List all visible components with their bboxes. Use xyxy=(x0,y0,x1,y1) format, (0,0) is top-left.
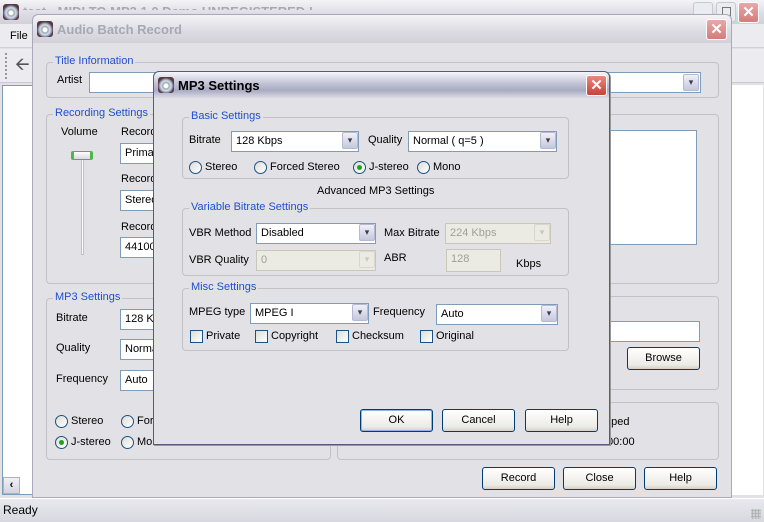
mpeg-type-label: MPEG type xyxy=(189,306,246,318)
misc-frequency-dropdown-icon[interactable]: ▾ xyxy=(541,305,557,322)
misc-settings-group: Misc Settings MPEG type MPEG I ▾ Frequen… xyxy=(182,281,569,351)
mp3-settings-dialog: MP3 Settings ✕ Basic Settings Bitrate 12… xyxy=(153,71,610,445)
vbr-quality-dropdown-icon[interactable]: ▾ xyxy=(359,251,375,268)
bitrate-dropdown-icon[interactable]: ▾ xyxy=(342,132,358,149)
radio-mono-label: Mono xyxy=(433,161,461,173)
advanced-settings-label: Advanced MP3 Settings xyxy=(317,185,435,197)
mp3-title: MP3 Settings xyxy=(178,78,260,93)
file-list-box[interactable] xyxy=(598,130,697,245)
record-rate-label: Record xyxy=(121,221,157,233)
basic-settings-label: Basic Settings xyxy=(189,110,263,122)
status-text: Ready xyxy=(3,503,38,517)
radio-jstereo-label: J-stereo xyxy=(369,161,409,173)
artist-dropdown-icon[interactable]: ▾ xyxy=(683,74,699,91)
misc-frequency-select[interactable]: Auto xyxy=(436,304,558,325)
batch-frequency-label: Frequency xyxy=(56,373,108,385)
artist-label: Artist xyxy=(57,74,83,86)
ok-button[interactable]: OK xyxy=(360,409,433,432)
batch-quality-label: Quality xyxy=(56,342,91,354)
vbr-method-label: VBR Method xyxy=(189,227,252,239)
vbr-quality-label: VBR Quality xyxy=(189,254,249,266)
record-device-label: Record xyxy=(121,126,157,138)
abr-label: ABR xyxy=(384,252,407,264)
mpeg-type-dropdown-icon[interactable]: ▾ xyxy=(352,304,368,321)
radio-forced-stereo-label: Forced Stereo xyxy=(270,161,340,173)
vbr-settings-group: Variable Bitrate Settings VBR Method Dis… xyxy=(182,201,569,276)
abr-field[interactable]: 128 xyxy=(446,249,501,272)
app-icon xyxy=(3,4,19,20)
batch-radio-forced[interactable] xyxy=(121,415,134,428)
misc-settings-label: Misc Settings xyxy=(189,281,259,293)
max-bitrate-dropdown-icon[interactable]: ▾ xyxy=(534,224,550,241)
radio-stereo[interactable] xyxy=(189,161,202,174)
mp3-help-button[interactable]: Help xyxy=(525,409,598,432)
batch-close-button[interactable]: ✕ xyxy=(706,19,727,40)
quality-select[interactable]: Normal ( q=5 ) xyxy=(408,131,557,152)
resize-grip[interactable] xyxy=(751,509,761,519)
checkbox-original[interactable] xyxy=(420,330,433,343)
bitrate-select[interactable]: 128 Kbps xyxy=(231,131,359,152)
radio-forced-stereo[interactable] xyxy=(254,161,267,174)
checkbox-private-label: Private xyxy=(206,330,241,342)
batch-title: Audio Batch Record xyxy=(57,22,182,37)
batch-radio-jstereo[interactable] xyxy=(55,436,68,449)
toolbar-grip xyxy=(5,53,7,79)
right-pane xyxy=(730,85,763,495)
batch-radio-stereo[interactable] xyxy=(55,415,68,428)
checkbox-checksum-label: Checksum xyxy=(352,330,404,342)
batch-bitrate-label: Bitrate xyxy=(56,312,88,324)
record-button[interactable]: Record xyxy=(482,467,555,490)
radio-jstereo[interactable] xyxy=(353,161,366,174)
batch-app-icon xyxy=(37,21,53,37)
record-channels-label: Record xyxy=(121,173,157,185)
max-bitrate-label: Max Bitrate xyxy=(384,227,440,239)
batch-radio-mono-label: Mo xyxy=(137,436,153,448)
mp3-close-button[interactable]: ✕ xyxy=(586,75,607,96)
vbr-method-select[interactable]: Disabled xyxy=(256,223,376,244)
quality-dropdown-icon[interactable]: ▾ xyxy=(540,132,556,149)
abr-unit-label: Kbps xyxy=(516,258,542,270)
vbr-settings-label: Variable Bitrate Settings xyxy=(189,201,311,213)
main-close-button[interactable]: ✕ xyxy=(738,2,759,23)
checkbox-original-label: Original xyxy=(436,330,474,342)
basic-settings-group: Basic Settings Bitrate 128 Kbps ▾ Qualit… xyxy=(182,110,569,179)
bitrate-label: Bitrate xyxy=(189,134,221,146)
scroll-left-button[interactable]: ‹ xyxy=(3,477,20,494)
vbr-quality-select[interactable]: 0 xyxy=(256,250,376,271)
cancel-button[interactable]: Cancel xyxy=(442,409,515,432)
vbr-method-dropdown-icon[interactable]: ▾ xyxy=(359,224,375,241)
batch-radio-mono[interactable] xyxy=(121,436,134,449)
batch-mp3-settings-label: MP3 Settings xyxy=(53,291,123,303)
radio-mono[interactable] xyxy=(417,161,430,174)
left-pane xyxy=(2,85,34,495)
checkbox-private[interactable] xyxy=(190,330,203,343)
volume-label: Volume xyxy=(61,126,98,138)
menu-file[interactable]: File xyxy=(10,30,28,42)
mp3-titlebar: MP3 Settings ✕ xyxy=(154,72,609,98)
checkbox-checksum[interactable] xyxy=(336,330,349,343)
batch-help-button[interactable]: Help xyxy=(644,467,717,490)
browse-button[interactable]: Browse xyxy=(627,347,700,370)
batch-titlebar: Audio Batch Record ✕ xyxy=(33,15,731,43)
misc-frequency-label: Frequency xyxy=(373,306,425,318)
volume-slider-track xyxy=(81,155,84,255)
batch-close-btn[interactable]: Close xyxy=(563,467,636,490)
recording-settings-label: Recording Settings xyxy=(53,107,150,119)
quality-label: Quality xyxy=(368,134,403,146)
checkbox-copyright[interactable] xyxy=(255,330,268,343)
volume-slider-thumb[interactable] xyxy=(71,151,93,160)
checkbox-copyright-label: Copyright xyxy=(271,330,319,342)
title-info-label: Title Information xyxy=(53,55,136,67)
batch-radio-stereo-label: Stereo xyxy=(71,415,104,427)
radio-stereo-label: Stereo xyxy=(205,161,238,173)
batch-radio-forced-label: For xyxy=(137,415,154,427)
batch-radio-jstereo-label: J-stereo xyxy=(71,436,111,448)
status-bar: Ready xyxy=(0,498,764,522)
mp3-app-icon xyxy=(158,77,174,93)
